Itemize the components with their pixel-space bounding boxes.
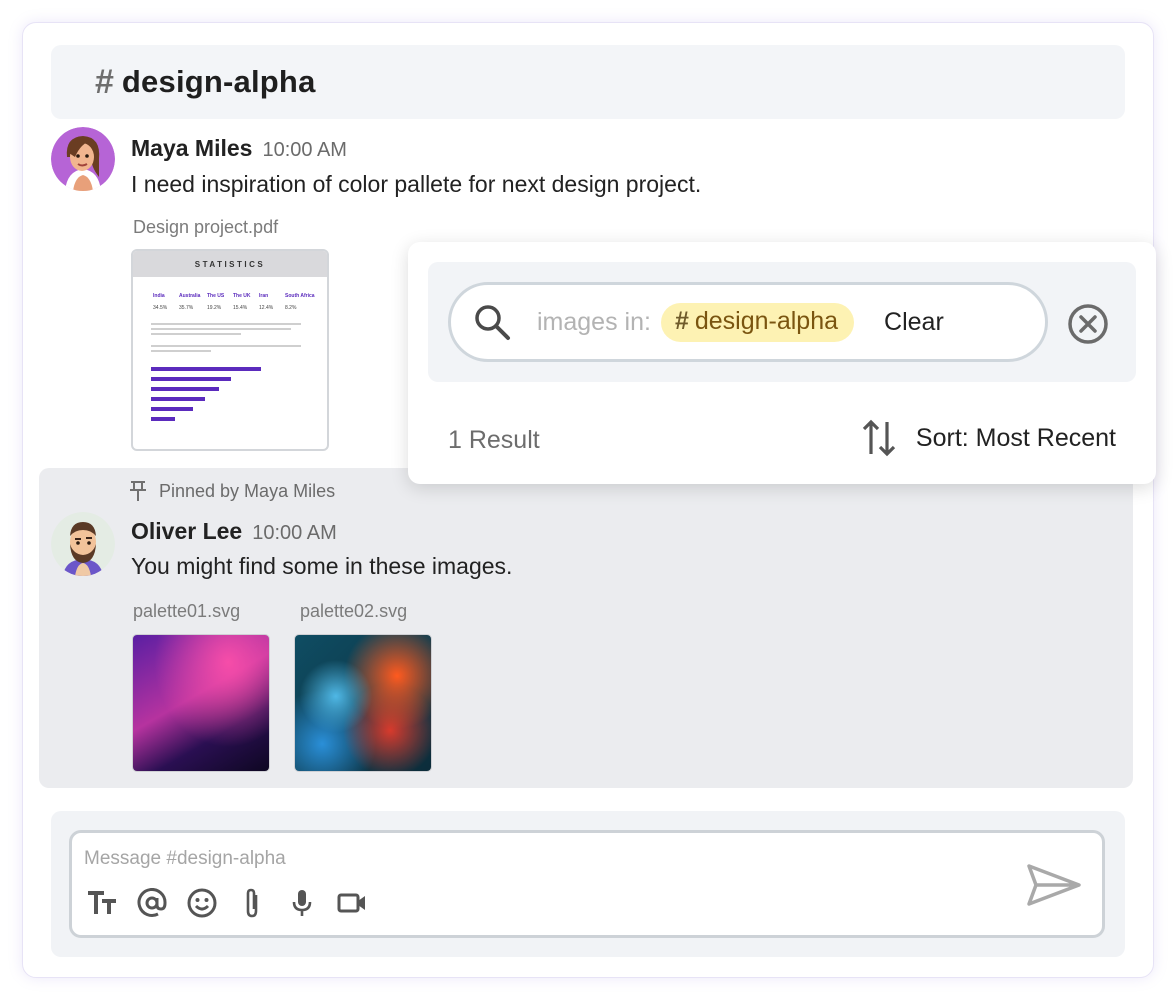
message-text: I need inspiration of color pallete for … (131, 171, 702, 197)
pdf-col: Iran (259, 293, 269, 299)
emoji-icon[interactable] (184, 885, 220, 921)
chat-window: # design-alpha Maya Miles 10:00 AM I nee… (22, 22, 1154, 978)
pdf-col: The UK (233, 293, 251, 299)
text-format-icon[interactable] (84, 885, 120, 921)
microphone-icon[interactable] (284, 885, 320, 921)
message-header: Maya Miles 10:00 AM (131, 135, 347, 162)
author-name[interactable]: Maya Miles (131, 135, 252, 162)
channel-hash-icon: # (95, 62, 114, 101)
attachment-file-name: palette02.svg (300, 601, 408, 621)
pdf-preview-columns: India Australia The US The UK Iran South… (133, 277, 327, 299)
pdf-attachment-preview[interactable]: STATISTICS India Australia The US The UK… (131, 249, 329, 451)
sort-icon (862, 419, 896, 457)
pdf-val: 15.4% (233, 305, 248, 311)
pdf-val: 12.4% (259, 305, 274, 311)
message-input[interactable] (84, 845, 964, 873)
search-scope-prefix: images in: (537, 307, 651, 336)
sort-button[interactable]: Sort: Most Recent (862, 418, 1116, 458)
image-attachment-palette02[interactable] (294, 634, 432, 772)
avatar[interactable] (51, 127, 115, 191)
pdf-val: 35.7% (179, 305, 194, 311)
pdf-col: South Africa (285, 293, 315, 299)
channel-hash-icon: # (674, 306, 689, 335)
pdf-val: 19.2% (207, 305, 222, 311)
message-text: You might find some in these images. (131, 553, 513, 579)
pinned-indicator: Pinned by Maya Miles (129, 480, 335, 502)
message-composer (51, 811, 1125, 957)
search-icon (475, 305, 510, 340)
composer-toolbar (84, 885, 370, 921)
send-icon (1027, 864, 1081, 906)
pdf-col: The US (207, 293, 225, 299)
send-button[interactable] (1024, 861, 1084, 909)
pdf-val: 34.5% (153, 305, 168, 311)
pdf-col: India (153, 293, 165, 299)
pdf-preview-body (151, 323, 301, 421)
close-icon (1068, 304, 1108, 344)
message-header: Oliver Lee 10:00 AM (131, 518, 337, 545)
pinned-by-text: Pinned by Maya Miles (159, 480, 336, 501)
video-icon[interactable] (334, 885, 370, 921)
message-timestamp: 10:00 AM (252, 522, 337, 544)
attachment-file-name: Design project.pdf (133, 217, 279, 237)
result-count: 1 Result (448, 426, 540, 454)
image-attachment-palette01[interactable] (132, 634, 270, 772)
search-channel-tag[interactable]: # design-alpha (660, 302, 855, 342)
attachment-file-name: palette01.svg (133, 601, 241, 621)
avatar[interactable] (51, 512, 115, 576)
message-timestamp: 10:00 AM (262, 139, 347, 161)
clear-button[interactable]: Clear (884, 308, 944, 337)
close-search-button[interactable] (1066, 302, 1110, 346)
composer-box (69, 830, 1105, 938)
channel-header: # design-alpha (51, 45, 1125, 119)
attach-icon[interactable] (234, 885, 270, 921)
pdf-preview-title: STATISTICS (133, 251, 327, 277)
channel-title: design-alpha (121, 64, 316, 99)
search-input[interactable]: images in: # design-alpha Clear (448, 282, 1048, 362)
sort-label: Sort: Most Recent (915, 423, 1116, 452)
search-tag-label: design-alpha (694, 306, 839, 335)
mention-icon[interactable] (134, 885, 170, 921)
author-name[interactable]: Oliver Lee (131, 518, 242, 545)
search-popover: images in: # design-alpha Clear 1 Result… (408, 242, 1156, 484)
pin-icon (130, 481, 146, 501)
pdf-col: Australia (179, 293, 201, 299)
pdf-val: 8.2% (285, 305, 297, 311)
pdf-preview-values: 34.5% 35.7% 19.2% 15.4% 12.4% 8.2% (133, 299, 327, 311)
pinned-message: Pinned by Maya Miles Oliver Lee 10:00 AM… (39, 468, 1133, 788)
search-panel: images in: # design-alpha Clear (428, 262, 1136, 382)
